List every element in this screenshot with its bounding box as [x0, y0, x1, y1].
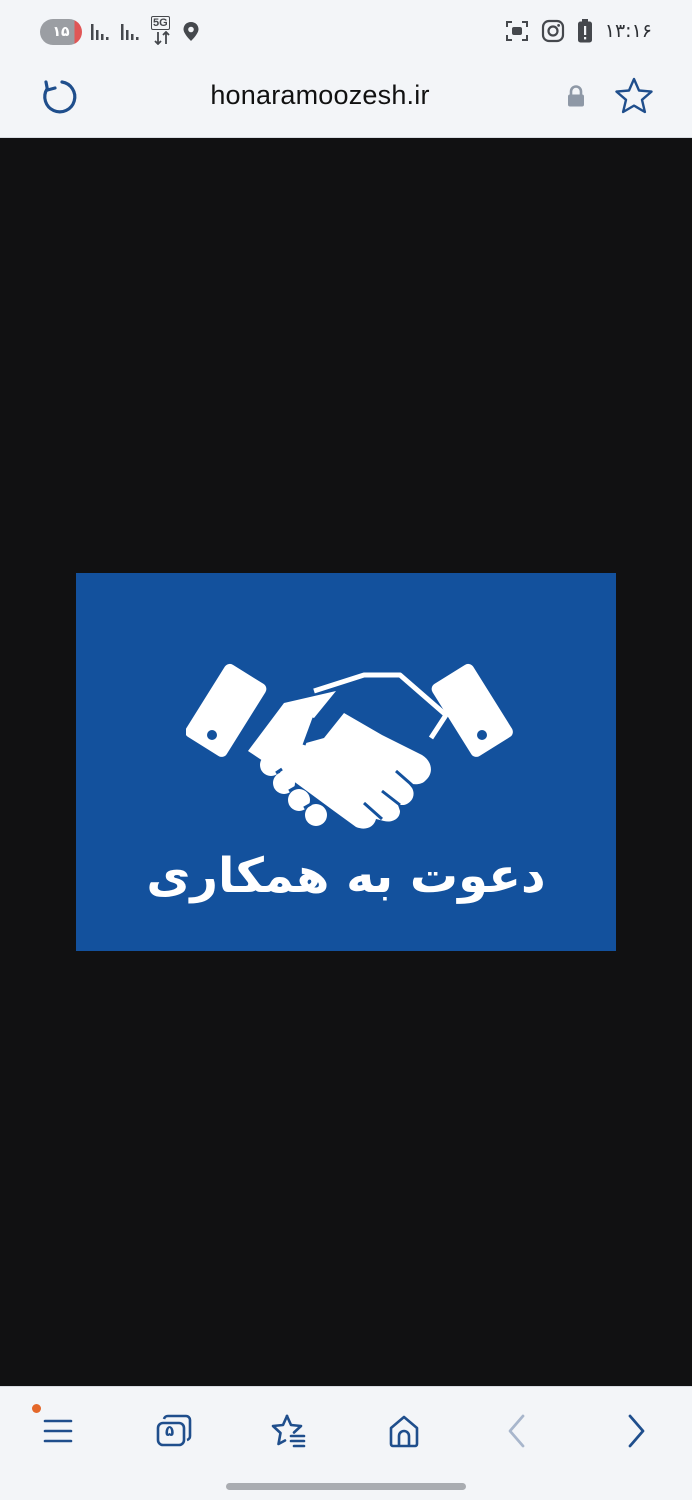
- lock-icon[interactable]: [565, 84, 587, 108]
- home-icon: [389, 1415, 419, 1448]
- url-display[interactable]: honaramoozesh.ir: [0, 80, 640, 111]
- instagram-icon: [541, 19, 564, 43]
- status-bar: ۱۵ 5G ۱۳:۱۶: [0, 0, 692, 62]
- status-time: ۱۳:۱۶: [604, 20, 652, 42]
- bottom-toolbar: ۵: [0, 1386, 692, 1500]
- banner-caption: دعوت به همکاری: [146, 848, 546, 904]
- location-icon: [183, 22, 199, 41]
- network-label: 5G: [151, 16, 170, 30]
- home-button[interactable]: [382, 1409, 426, 1453]
- cooperation-banner: دعوت به همکاری: [76, 573, 616, 951]
- tab-count: ۵: [165, 1422, 175, 1440]
- menu-button[interactable]: [36, 1409, 80, 1453]
- network-5g-icon: 5G: [150, 16, 174, 45]
- web-content: دعوت به همکاری: [0, 138, 692, 1386]
- signal-strength-icon-2: [121, 24, 139, 40]
- notification-count-badge: ۱۵: [40, 19, 82, 45]
- tabs-button[interactable]: ۵: [152, 1409, 196, 1453]
- screen-record-icon: [505, 21, 528, 41]
- forward-button[interactable]: [613, 1409, 657, 1453]
- gesture-home-indicator[interactable]: [226, 1483, 466, 1490]
- back-icon: [508, 1414, 525, 1448]
- back-button[interactable]: [496, 1409, 540, 1453]
- battery-alert-icon: [577, 19, 592, 43]
- bookmark-star-icon[interactable]: [614, 76, 654, 116]
- signal-strength-icon: [91, 24, 109, 40]
- forward-icon: [628, 1414, 645, 1448]
- bookmarks-button[interactable]: [267, 1409, 311, 1453]
- handshake-icon: [186, 663, 513, 829]
- address-bar: honaramoozesh.ir: [0, 62, 692, 138]
- bookmarks-icon: [271, 1414, 306, 1448]
- menu-icon: [43, 1419, 73, 1443]
